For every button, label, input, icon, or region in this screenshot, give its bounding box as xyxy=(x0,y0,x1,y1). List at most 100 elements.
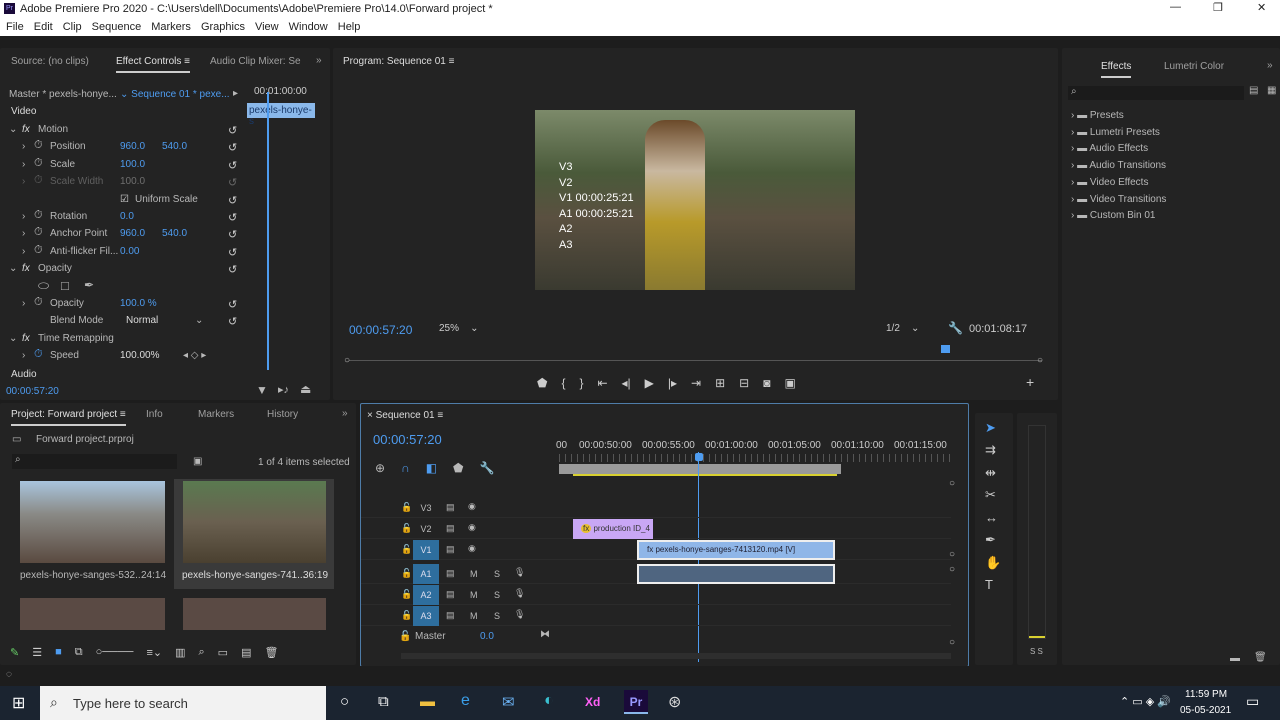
new-folder-icon[interactable]: ▬ xyxy=(1230,653,1240,664)
master-volume[interactable]: 0.0 xyxy=(480,631,494,642)
project-search-input[interactable]: ⌕ xyxy=(12,454,177,469)
vscroll-handle[interactable]: ○ xyxy=(949,564,955,575)
collapse-chevron-icon[interactable]: ⌄ xyxy=(9,333,17,344)
accelerated-effects-icon[interactable]: ▦ xyxy=(1267,85,1276,96)
property-value[interactable]: 0.00 xyxy=(120,246,139,257)
edge-icon[interactable]: e xyxy=(461,692,470,710)
icon-view-icon[interactable]: ■ xyxy=(55,646,62,659)
program-scrubber[interactable] xyxy=(349,360,1042,361)
play-button[interactable]: ▶ xyxy=(645,376,654,390)
find-icon[interactable]: ⌕ xyxy=(198,646,204,659)
minimize-button[interactable]: — xyxy=(1170,1,1181,13)
razor-tool-icon[interactable]: ✂ xyxy=(985,487,996,503)
property-value[interactable]: 100.0 xyxy=(120,176,145,187)
ellipse-mask-icon[interactable]: ⬭ xyxy=(38,278,49,294)
tab-history[interactable]: History xyxy=(267,409,298,420)
freeform-view-icon[interactable]: ⧉ xyxy=(75,646,83,659)
vscroll-handle[interactable]: ○ xyxy=(949,637,955,648)
lock-track-icon[interactable]: 🔓 xyxy=(401,523,412,534)
settings-wrench-icon[interactable]: 🔧 xyxy=(479,461,494,475)
track-target-v1[interactable]: V1 xyxy=(413,540,439,560)
lock-track-icon[interactable]: 🔓 xyxy=(401,589,412,600)
keyframe-nav-icon[interactable]: ◂ ◇ ▸ xyxy=(183,350,206,361)
property-value[interactable]: 100.0 % xyxy=(120,298,157,309)
tab-effects[interactable]: Effects xyxy=(1101,61,1132,78)
solo-button[interactable]: S xyxy=(494,590,500,600)
compare-icon[interactable]: ▣ xyxy=(784,376,795,390)
zoom-slider[interactable]: ○──── xyxy=(96,646,134,659)
add-marker-icon[interactable]: ⬟ xyxy=(537,376,547,390)
scrub-end-handle[interactable]: ○ xyxy=(1037,355,1043,366)
tab-sequence[interactable]: × Sequence 01 ≡ xyxy=(367,410,443,421)
expand-chevron-icon[interactable]: › xyxy=(22,176,25,187)
track-target-v3[interactable]: V3 xyxy=(413,498,439,518)
expand-chevron-icon[interactable]: › xyxy=(22,298,25,309)
menu-window[interactable]: Window xyxy=(289,21,328,33)
effects-folder[interactable]: › ▬ Audio Effects xyxy=(1071,143,1148,154)
tab-info[interactable]: Info xyxy=(146,409,163,420)
mute-button[interactable]: M xyxy=(470,569,478,579)
expand-chevron-icon[interactable]: › xyxy=(22,211,25,222)
tab-project[interactable]: Project: Forward project ≡ xyxy=(11,409,126,426)
expand-chevron-icon[interactable]: › xyxy=(22,350,25,361)
new-bin-icon[interactable]: ▤ xyxy=(1249,85,1258,96)
effects-search-input[interactable]: ⌕ xyxy=(1068,86,1244,100)
eye-icon[interactable]: ◉ xyxy=(468,501,476,512)
mini-clip[interactable]: pexels-honye-s xyxy=(247,103,315,127)
menu-view[interactable]: View xyxy=(255,21,279,33)
track-select-tool-icon[interactable]: ⇉ xyxy=(985,442,996,458)
expand-chevron-icon[interactable]: › xyxy=(22,159,25,170)
type-tool-icon[interactable]: T xyxy=(985,577,993,592)
sort-icon[interactable]: ≡⌄ xyxy=(146,646,162,659)
menu-markers[interactable]: Markers xyxy=(151,21,191,33)
reset-icon[interactable]: ↺ xyxy=(228,159,237,172)
scrub-start-handle[interactable]: ○ xyxy=(344,355,350,366)
track-target-a3[interactable]: A3 xyxy=(413,606,439,626)
microphone-icon[interactable]: 🎙 xyxy=(514,567,525,578)
program-timecode[interactable]: 00:00:57:20 xyxy=(349,323,412,337)
lock-track-icon[interactable]: 🔓 xyxy=(401,502,412,513)
premiere-taskbar-icon[interactable]: Pr xyxy=(624,690,648,714)
windows-start-icon[interactable]: ⊞ xyxy=(12,693,25,713)
vscroll-handle[interactable]: ○ xyxy=(949,478,955,489)
go-to-in-icon[interactable]: ⇤ xyxy=(597,376,607,390)
linked-selection-icon[interactable]: ◧ xyxy=(426,461,437,475)
microphone-icon[interactable]: 🎙 xyxy=(514,609,525,620)
bin-icon[interactable]: ▣ xyxy=(193,456,202,467)
track-target-a1[interactable]: A1 xyxy=(413,564,439,584)
clip-thumbnail[interactable] xyxy=(183,481,326,563)
task-view-icon[interactable]: ⧉ xyxy=(378,693,389,710)
reset-icon[interactable]: ↺ xyxy=(228,176,237,189)
clip-thumbnail[interactable] xyxy=(183,598,326,630)
reset-icon[interactable]: ↺ xyxy=(228,228,237,241)
ripple-edit-tool-icon[interactable]: ⇹ xyxy=(985,465,996,481)
eye-icon[interactable]: ◉ xyxy=(468,543,476,554)
effects-folder[interactable]: › ▬ Presets xyxy=(1071,110,1124,121)
fx-toggle-icon[interactable]: fx xyxy=(22,333,30,344)
menu-graphics[interactable]: Graphics xyxy=(201,21,245,33)
tray-icons[interactable]: ⌃ ▭ ◈ 🔊 xyxy=(1120,695,1171,708)
reset-icon[interactable]: ↺ xyxy=(228,211,237,224)
taskbar-search-input[interactable]: ⌕ Type here to search xyxy=(40,686,326,720)
clip-production-id[interactable]: fx production ID_4 xyxy=(573,519,653,539)
tab-source[interactable]: Source: (no clips) xyxy=(11,56,89,67)
more-panels-icon[interactable]: » xyxy=(316,55,322,66)
property-value-y[interactable]: 540.0 xyxy=(162,228,187,239)
collapse-chevron-icon[interactable]: ⌄ xyxy=(9,124,17,135)
selection-tool-icon[interactable]: ➤ xyxy=(985,420,996,436)
property-value-y[interactable]: 540.0 xyxy=(162,141,187,152)
step-forward-icon[interactable]: |▸ xyxy=(668,376,677,390)
reset-icon[interactable]: ↺ xyxy=(228,246,237,259)
clock-date[interactable]: 05-05-2021 xyxy=(1180,705,1231,716)
play-icon[interactable]: ▸ xyxy=(233,88,238,99)
pen-mask-icon[interactable]: ✒ xyxy=(84,278,94,292)
reset-icon[interactable]: ↺ xyxy=(228,263,237,276)
stopwatch-icon[interactable]: ⏱ xyxy=(34,226,43,239)
property-value[interactable]: 0.0 xyxy=(120,211,134,222)
uniform-scale-checkbox[interactable]: ☑ xyxy=(120,194,129,205)
menu-edit[interactable]: Edit xyxy=(34,21,53,33)
zoom-dropdown[interactable]: 25% ⌄ xyxy=(439,323,479,334)
mute-button[interactable]: M xyxy=(470,590,478,600)
more-panels-icon[interactable]: » xyxy=(342,408,348,419)
export-frame-icon[interactable]: ◙ xyxy=(763,376,770,390)
